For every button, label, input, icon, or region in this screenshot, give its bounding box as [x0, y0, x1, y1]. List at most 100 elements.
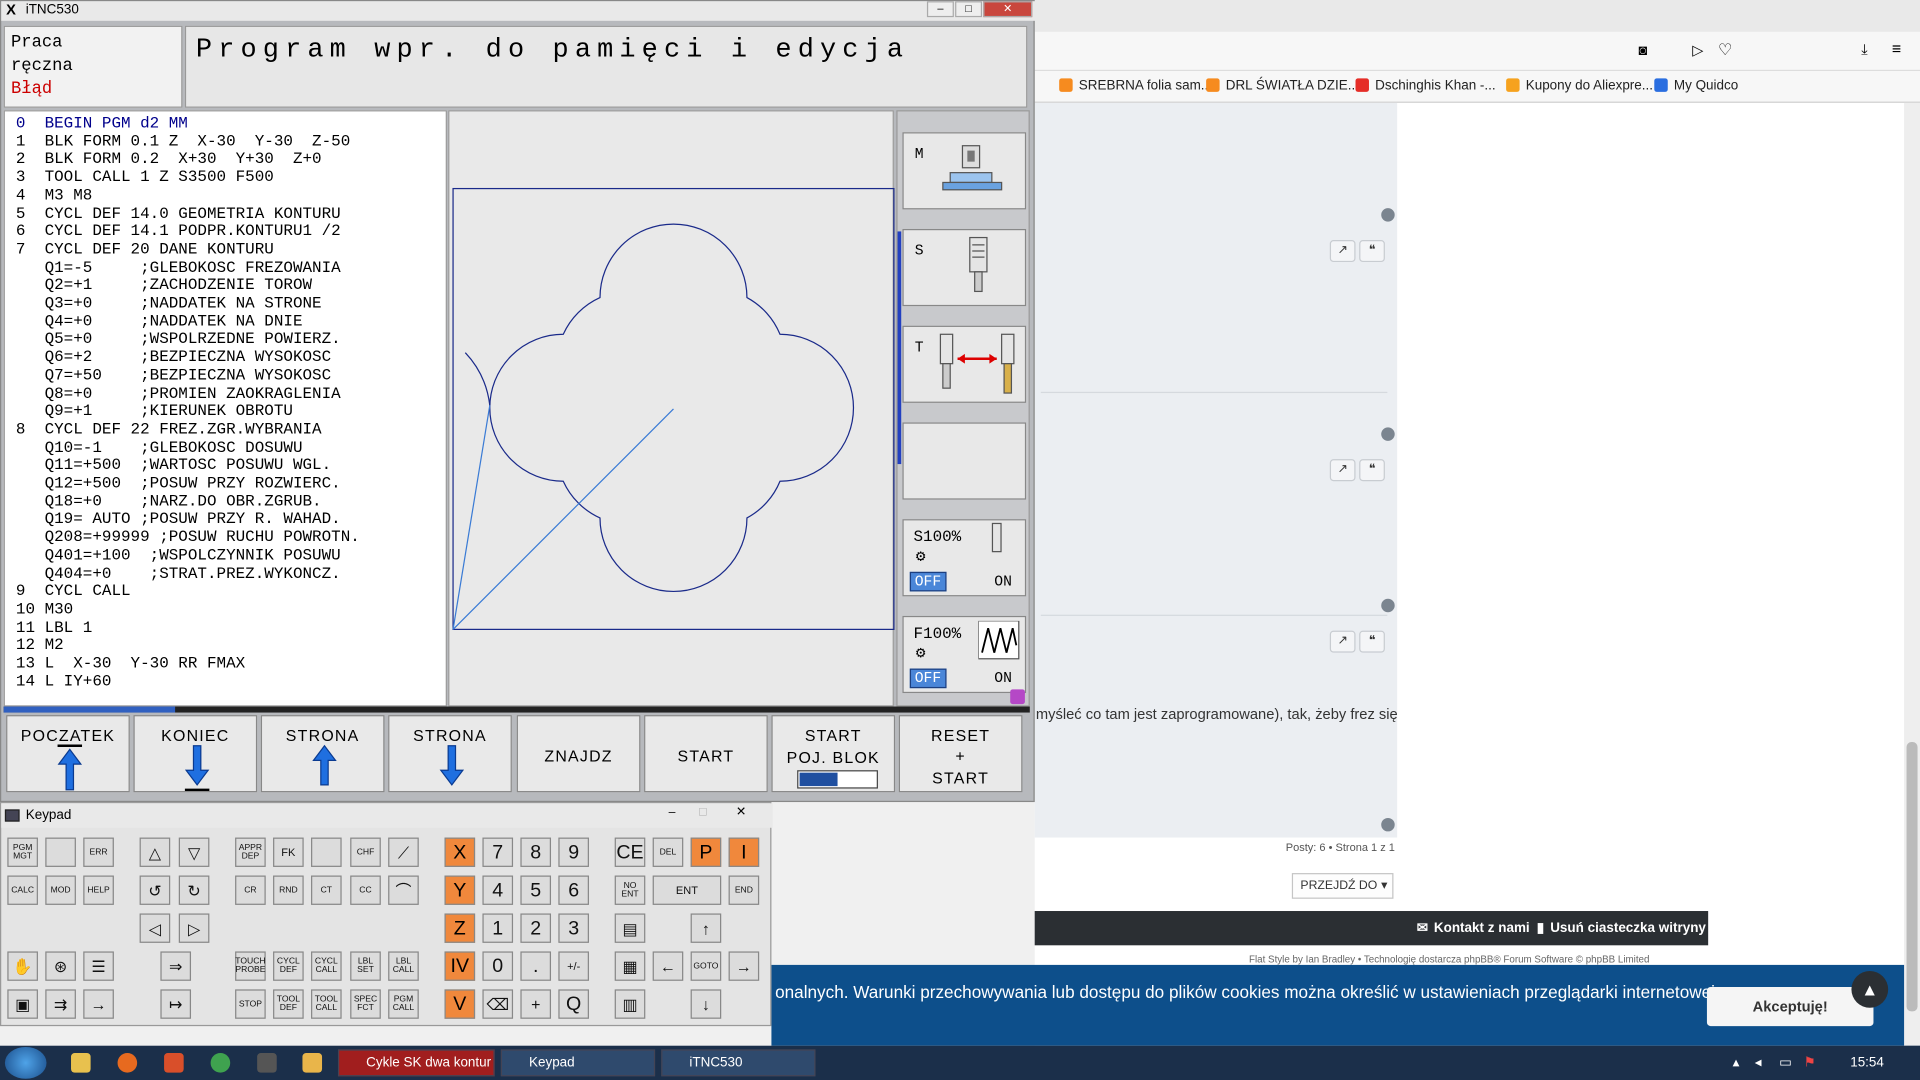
cr-key[interactable]: CR [235, 875, 266, 905]
play-icon[interactable]: ▷ [1692, 42, 1703, 59]
blank-key[interactable] [311, 837, 342, 867]
arrow-right-key[interactable]: ▷ [178, 913, 210, 943]
program-line[interactable]: 3 TOOL CALL 1 Z S3500 F500 [16, 168, 446, 187]
help-key[interactable]: HELP [83, 875, 114, 905]
scroll-top-icon[interactable] [1381, 598, 1395, 613]
page-scrollbar[interactable] [1904, 102, 1920, 1046]
stop-key[interactable]: STOP [235, 989, 266, 1019]
start-button[interactable] [4, 1046, 47, 1079]
triangle-down-key[interactable]: ▽ [178, 837, 210, 867]
program-line[interactable]: 7 CYCL DEF 20 DANE KONTURU [16, 240, 446, 259]
program-line[interactable]: 9 CYCL CALL [16, 582, 446, 601]
rnd-key[interactable]: RND [273, 875, 304, 905]
list-key[interactable]: ▤ [614, 913, 646, 943]
positioning-key[interactable]: → [83, 989, 114, 1019]
find-softkey[interactable]: ZNAJDZ [516, 715, 641, 793]
scrollbar-thumb[interactable] [1906, 742, 1918, 1012]
program-line[interactable]: 12 M2 [16, 636, 446, 655]
decimal-key[interactable]: . [520, 951, 552, 981]
m-function-key[interactable]: M [902, 132, 1027, 210]
table-scroll-key[interactable]: ▥ [614, 989, 646, 1019]
digit-9-key[interactable]: 9 [558, 837, 589, 867]
digit-4-key[interactable]: 4 [482, 875, 514, 905]
maximize-button[interactable]: □ [699, 806, 706, 819]
contact-link[interactable]: Kontakt z nami [1434, 921, 1530, 936]
menu-icon[interactable]: ≡ [1892, 39, 1901, 57]
spec-fct-key[interactable]: SPEC FCT [350, 989, 381, 1019]
program-line[interactable]: 6 CYCL DEF 14.1 PODPR.KONTURU1 /2 [16, 222, 446, 241]
end-key[interactable]: END [728, 875, 760, 905]
program-line[interactable]: Q3=+0 ;NADDATEK NA STRONE [16, 294, 446, 313]
program-line[interactable]: Q9=+1 ;KIERUNEK OBROTU [16, 402, 446, 421]
itnc-titlebar[interactable]: X iTNC530 – □ ✕ [1, 1, 1036, 21]
minimize-button[interactable]: – [926, 1, 954, 18]
iv-axis-key[interactable]: IV [444, 951, 476, 981]
page-up-softkey[interactable]: STRONA [260, 715, 385, 793]
i-key[interactable]: I [728, 837, 760, 867]
program-line[interactable]: Q6=+2 ;BEZPIECZNA WYSOKOSC [16, 348, 446, 367]
empty-side-key[interactable] [902, 422, 1027, 500]
digit-5-key[interactable]: 5 [520, 875, 552, 905]
chf-key[interactable]: CHF [350, 837, 381, 867]
appr-dep-key[interactable]: APPR DEP [235, 837, 266, 867]
program-line[interactable]: Q404=+0 ;STRAT.PREZ.WYKONCZ. [16, 564, 446, 583]
next-key[interactable]: ⇒ [160, 951, 192, 981]
app-icon[interactable] [257, 1053, 277, 1073]
keypad-titlebar[interactable]: Keypad – □ ✕ [1, 803, 773, 828]
close-button[interactable]: ✕ [736, 806, 746, 819]
bookmark-item[interactable]: SREBRNA folia sam... [1059, 78, 1212, 93]
flag-icon[interactable]: ⚑ [1804, 1054, 1816, 1071]
quote-icon[interactable]: ❝ [1359, 240, 1385, 263]
program-listing[interactable]: 0 BEGIN PGM d2 MM 1 BLK FORM 0.1 Z X-30 Y… [3, 110, 447, 707]
program-line[interactable]: Q18=+0 ;NARZ.DO OBR.ZGRUB. [16, 492, 446, 511]
digit-2-key[interactable]: 2 [520, 913, 552, 943]
fk-key[interactable]: FK [273, 837, 304, 867]
program-line[interactable]: Q7=+50 ;BEZPIECZNA WYSOKOSC [16, 366, 446, 385]
goto-key[interactable]: GOTO [690, 951, 722, 981]
z-axis-key[interactable]: Z [444, 913, 476, 943]
program-line[interactable]: Q1=-5 ;GLEBOKOSC FREZOWANIA [16, 258, 446, 277]
pgm-mgt-key[interactable]: PGM MGT [7, 837, 38, 867]
tool-def-key[interactable]: TOOL DEF [273, 989, 304, 1019]
bookmark-item[interactable]: Kupony do Aliexpre... [1506, 78, 1653, 93]
program-line[interactable]: 2 BLK FORM 0.2 X+30 Y+30 Z+0 [16, 150, 446, 169]
v-axis-key[interactable]: V [444, 989, 476, 1019]
err-key[interactable]: ERR [83, 837, 114, 867]
program-line[interactable]: Q2=+1 ;ZACHODZENIE TOROW [16, 276, 446, 295]
end-softkey[interactable]: KONIEC [133, 715, 258, 793]
back-to-top-icon[interactable]: ▲ [1851, 971, 1889, 1008]
program-line[interactable]: Q12=+500 ;POSUW PRZY ROZWIERC. [16, 474, 446, 493]
ent-key[interactable]: ENT [652, 875, 722, 905]
spindle-override-key[interactable]: S100% ⚙ OFF ON [902, 519, 1027, 597]
delete-cookies-link[interactable]: Usuń ciasteczka witryny [1550, 921, 1706, 936]
digit-7-key[interactable]: 7 [482, 837, 514, 867]
camera-icon[interactable]: ◙ [1638, 42, 1647, 59]
scroll-top-icon[interactable] [1381, 208, 1395, 222]
media-icon[interactable] [164, 1053, 184, 1073]
lbl-call-key[interactable]: LBL CALL [388, 951, 419, 981]
taskbar-item-itnc[interactable]: iTNC530 [661, 1049, 816, 1077]
jump-to-button[interactable]: PRZEJDŹ DO ▾ [1291, 873, 1394, 899]
program-line[interactable]: 4 M3 M8 [16, 186, 446, 205]
volume-icon[interactable]: ◂ [1755, 1054, 1762, 1071]
auto-run-key[interactable]: ⇉ [45, 989, 76, 1019]
share-icon[interactable]: ↗ [1329, 459, 1356, 482]
rotate-left-key[interactable]: ↺ [139, 875, 171, 905]
chrome-icon[interactable] [210, 1053, 231, 1073]
arrow-up-key[interactable]: ↑ [690, 913, 722, 943]
cycl-def-key[interactable]: CYCL DEF [273, 951, 304, 981]
share-icon[interactable]: ↗ [1329, 630, 1356, 653]
backspace-key[interactable]: ⌫ [482, 989, 514, 1019]
next-arrow-key[interactable]: ↦ [160, 989, 192, 1019]
error-indicator[interactable]: Błąd [11, 78, 175, 101]
firefox-icon[interactable] [117, 1053, 138, 1073]
bookmark-item[interactable]: DRL ŚWIATŁA DZIE... [1206, 78, 1359, 93]
folder-icon[interactable] [302, 1053, 323, 1073]
program-line[interactable]: 1 BLK FORM 0.1 Z X-30 Y-30 Z-50 [16, 132, 446, 151]
program-line[interactable]: 14 L IY+60 [16, 672, 446, 691]
blank-key[interactable] [45, 837, 76, 867]
t-tool-key[interactable]: T [902, 325, 1027, 403]
p-key[interactable]: P [690, 837, 722, 867]
program-line[interactable]: Q19= AUTO ;POSUW PRZY R. WAHAD. [16, 510, 446, 529]
hand-icon-key[interactable]: ✋ [7, 951, 38, 981]
